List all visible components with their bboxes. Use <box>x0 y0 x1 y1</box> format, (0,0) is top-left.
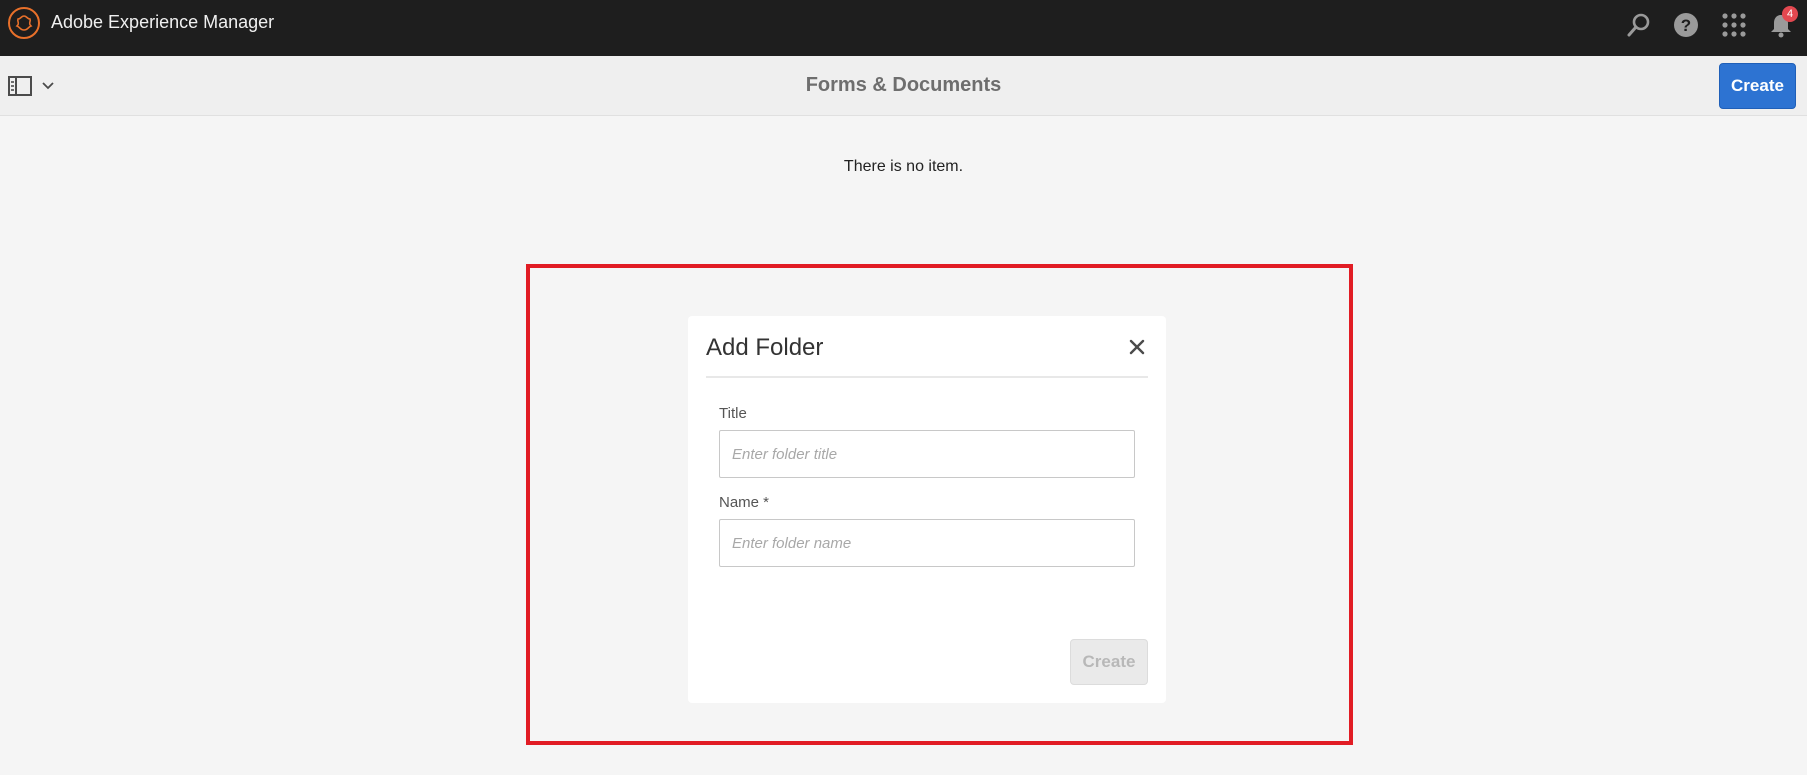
search-icon[interactable] <box>1624 10 1654 40</box>
add-folder-dialog: Add Folder Title Name * Create <box>688 316 1166 703</box>
title-field-label: Title <box>719 405 747 422</box>
name-field-label: Name * <box>719 494 770 511</box>
notification-count-badge: 4 <box>1782 6 1798 22</box>
action-bar: Forms & Documents Create <box>0 56 1807 116</box>
create-button[interactable]: Create <box>1719 63 1796 109</box>
aem-logo-icon[interactable] <box>8 7 40 39</box>
app-brand-title[interactable]: Adobe Experience Manager <box>51 12 274 33</box>
folder-title-input[interactable] <box>719 430 1135 478</box>
shell-header: Adobe Experience Manager ? 4 <box>0 0 1807 56</box>
page-title: Forms & Documents <box>805 74 1002 96</box>
notifications-bell-icon[interactable]: 4 <box>1766 6 1798 40</box>
svg-text:?: ? <box>1681 16 1691 35</box>
apps-grid-icon[interactable] <box>1719 10 1749 40</box>
empty-state-message: There is no item. <box>843 158 964 175</box>
close-icon[interactable] <box>1126 336 1148 358</box>
dialog-title: Add Folder <box>706 334 824 361</box>
dialog-divider <box>706 376 1148 378</box>
help-icon[interactable]: ? <box>1671 10 1701 40</box>
dialog-create-button[interactable]: Create <box>1070 639 1148 685</box>
folder-name-input[interactable] <box>719 519 1135 567</box>
